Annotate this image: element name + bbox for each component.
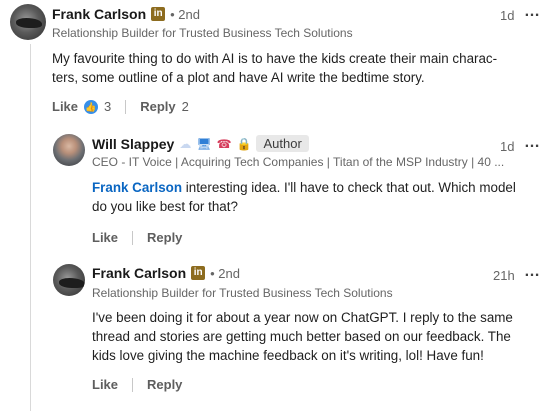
- divider: [132, 377, 134, 392]
- author-name[interactable]: Frank Carlson: [52, 6, 146, 22]
- timestamp: 1d: [500, 8, 515, 23]
- author-badge: Author: [256, 135, 309, 152]
- reply-header: Frank Carlson in • 2nd: [92, 265, 240, 281]
- reply-button[interactable]: Reply: [140, 99, 175, 114]
- reply-actions: Like Reply: [92, 377, 182, 392]
- avatar[interactable]: [53, 134, 85, 166]
- reply-text-line: Frank Carlson interesting idea. I'll hav…: [92, 178, 542, 197]
- comment-text-line: My favourite thing to do with AI is to h…: [52, 51, 498, 66]
- reply-text-line: thread and stories are getting much bett…: [92, 329, 511, 344]
- comment-text: My favourite thing to do with AI is to h…: [52, 49, 542, 87]
- timestamp: 21h: [493, 268, 515, 283]
- computer-icon: 🖥: [196, 136, 212, 151]
- reply-text-segment: interesting idea. I'll have to check tha…: [182, 180, 516, 195]
- author-headline: Relationship Builder for Trusted Busines…: [92, 286, 393, 300]
- author-name[interactable]: Will Slappey: [92, 136, 174, 152]
- reply-text-line: I've been doing it for about a year now …: [92, 310, 513, 325]
- like-button[interactable]: Like: [92, 230, 118, 245]
- reply-count: 2: [181, 99, 189, 114]
- more-options-icon[interactable]: …: [524, 134, 541, 152]
- author-headline: Relationship Builder for Trusted Busines…: [52, 26, 353, 40]
- thumbs-up-icon: 👍: [84, 99, 99, 114]
- lock-icon: 🔒: [236, 136, 252, 151]
- reply-text: I've been doing it for about a year now …: [92, 308, 542, 365]
- more-options-icon[interactable]: …: [524, 3, 541, 21]
- divider: [125, 99, 127, 114]
- reply-button[interactable]: Reply: [147, 230, 182, 245]
- reply-text-line: do you like best for that?: [92, 199, 238, 214]
- linkedin-premium-badge-icon: in: [151, 7, 166, 21]
- like-button[interactable]: Like: [92, 377, 118, 392]
- avatar[interactable]: [53, 264, 85, 296]
- comment-text-line: ters, some outline of a plot and have AI…: [52, 70, 425, 85]
- reply-text-line: kids love giving the machine feedback on…: [92, 348, 484, 363]
- like-button[interactable]: Like: [52, 99, 78, 114]
- divider: [132, 230, 134, 245]
- connection-degree: • 2nd: [210, 265, 240, 281]
- like-count[interactable]: 3: [104, 99, 111, 114]
- cloud-icon: ☁: [179, 136, 192, 151]
- more-options-icon[interactable]: …: [524, 263, 541, 281]
- connection-degree: • 2nd: [170, 6, 200, 22]
- reply-button[interactable]: Reply: [147, 377, 182, 392]
- mention-link[interactable]: Frank Carlson: [92, 180, 182, 195]
- timestamp: 1d: [500, 139, 515, 154]
- author-name[interactable]: Frank Carlson: [92, 265, 186, 281]
- author-headline: CEO - IT Voice | Acquiring Tech Companie…: [92, 155, 505, 169]
- thread-line: [30, 44, 31, 411]
- reply-header: Will Slappey ☁ 🖥 ☎ 🔒 Author: [92, 135, 309, 152]
- reply-actions: Like Reply: [92, 230, 182, 245]
- linkedin-premium-badge-icon: in: [191, 266, 206, 280]
- reply-text: Frank Carlson interesting idea. I'll hav…: [92, 178, 542, 216]
- telephone-icon: ☎: [216, 136, 232, 151]
- comment-actions: Like 👍 3 Reply 2: [52, 99, 189, 114]
- avatar[interactable]: [10, 4, 46, 40]
- comment-header: Frank Carlson in • 2nd: [52, 6, 200, 22]
